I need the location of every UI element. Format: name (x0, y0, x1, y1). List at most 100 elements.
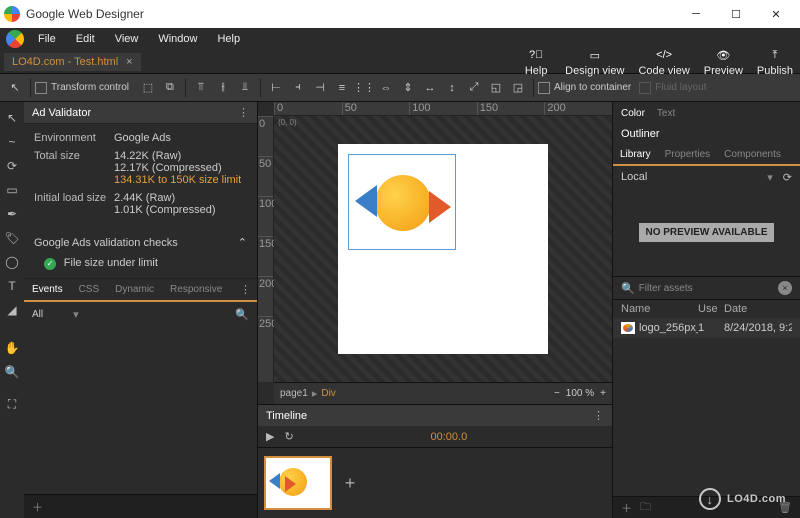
loop-button[interactable]: ↻ (284, 430, 293, 443)
hand-tool[interactable]: ✋ (2, 338, 22, 358)
env-key: Environment (34, 132, 114, 144)
align-bottom-icon[interactable]: ⫫ (235, 78, 255, 98)
zoom-in-button[interactable]: + (600, 388, 606, 399)
code-view-button[interactable]: </> Code view (631, 46, 696, 77)
filter-assets-input[interactable]: Filter assets (639, 283, 778, 294)
menu-window[interactable]: Window (148, 33, 207, 45)
menu-file[interactable]: File (28, 33, 66, 45)
align-hcenter-icon[interactable]: ⫞ (288, 78, 308, 98)
menu-help[interactable]: Help (207, 33, 250, 45)
logo-image (349, 155, 455, 249)
asset-col-use[interactable]: Use (698, 303, 724, 315)
fluid-label: Fluid layout (655, 82, 706, 93)
distribute-v-icon[interactable]: ⋮⋮ (354, 78, 374, 98)
tab-text[interactable]: Text (657, 108, 675, 119)
pen-tool[interactable]: ✒ (2, 204, 22, 224)
align-left-icon[interactable]: ⊢ (266, 78, 286, 98)
asset-col-name[interactable]: Name (621, 303, 698, 315)
tab-responsive[interactable]: Responsive (162, 284, 230, 295)
match-w-icon[interactable]: ↔ (420, 78, 440, 98)
minimize-button[interactable]: ─ (676, 0, 716, 28)
distribute-h-icon[interactable]: ≡ (332, 78, 352, 98)
viewport-tool[interactable]: ⛶ (2, 394, 22, 414)
document-tab[interactable]: LO4D.com - Test.html × (4, 53, 141, 71)
close-button[interactable]: ✕ (756, 0, 796, 28)
align-container-checkbox[interactable] (538, 82, 550, 94)
tab-components[interactable]: Components (717, 149, 788, 160)
transform-label: Transform control (51, 82, 129, 93)
help-button[interactable]: ?⃝ Help (514, 46, 558, 77)
timeline-title: Timeline (266, 410, 307, 422)
space-h-icon[interactable]: ⇔ (376, 78, 396, 98)
3d-rotate-tool[interactable]: ⟳ (2, 156, 22, 176)
menu-edit[interactable]: Edit (66, 33, 105, 45)
breadcrumb-div[interactable]: Div (321, 388, 335, 399)
publish-button[interactable]: ⤒ Publish (750, 46, 800, 77)
tab-events[interactable]: Events (24, 284, 71, 295)
preview-button[interactable]: 👁 Preview (697, 46, 750, 77)
play-button[interactable]: ▶ (266, 430, 274, 443)
send-back-icon[interactable]: ◲ (508, 78, 528, 98)
opt-crop-icon[interactable]: ⬚ (138, 78, 158, 98)
tab-css[interactable]: CSS (71, 284, 108, 295)
init-comp: 1.01K (Compressed) (114, 204, 247, 216)
align-vcenter-icon[interactable]: ⫲ (213, 78, 233, 98)
match-h-icon[interactable]: ↕ (442, 78, 462, 98)
events-menu-icon[interactable]: ⋮ (240, 283, 257, 296)
fill-tool[interactable]: ◢ (2, 300, 22, 320)
total-comp: 12.17K (Compressed) (114, 162, 247, 174)
canvas[interactable] (338, 144, 548, 354)
selection-tool[interactable]: ↖ (2, 108, 22, 128)
maximize-button[interactable]: ☐ (716, 0, 756, 28)
fluid-checkbox[interactable] (639, 82, 651, 94)
library-source-dropdown-icon[interactable]: ▾ (767, 171, 773, 184)
add-asset-button[interactable]: ＋ (621, 500, 632, 516)
timeline-menu-icon[interactable]: ⋮ (593, 409, 604, 422)
design-view-button[interactable]: ▭ Design view (558, 46, 631, 77)
app-icon (4, 6, 20, 22)
collapse-icon[interactable]: ⌃ (238, 236, 247, 249)
close-tab-icon[interactable]: × (126, 56, 132, 68)
align-top-icon[interactable]: ⫪ (191, 78, 211, 98)
clear-filter-icon[interactable]: × (778, 281, 792, 295)
bring-front-icon[interactable]: ◱ (486, 78, 506, 98)
library-source[interactable]: Local (621, 171, 647, 183)
keyframe-thumbnail[interactable] (264, 456, 332, 510)
text-tool[interactable]: T (2, 276, 22, 296)
shape-tool[interactable]: ◯ (2, 252, 22, 272)
match-size-icon[interactable]: ⤢ (464, 78, 484, 98)
asset-col-date[interactable]: Date (724, 303, 792, 315)
tab-library[interactable]: Library (613, 149, 658, 160)
add-keyframe-button[interactable]: + (340, 473, 360, 493)
align-right-icon[interactable]: ⊣ (310, 78, 330, 98)
new-folder-button[interactable]: 🗀 (640, 498, 651, 517)
selected-element[interactable] (348, 154, 456, 250)
add-event-button[interactable]: ＋ (32, 499, 43, 515)
selection-tool-icon[interactable]: ↖ (5, 78, 25, 98)
events-filter-all[interactable]: All (32, 309, 43, 320)
init-key: Initial load size (34, 192, 114, 216)
element-tool[interactable]: ▭ (2, 180, 22, 200)
page-name[interactable]: page1 (280, 388, 308, 399)
events-filter-dropdown-icon[interactable]: ▾ (73, 308, 79, 321)
opt-group-icon[interactable]: ⧉ (160, 78, 180, 98)
ad-validator-menu-icon[interactable]: ⋮ (238, 106, 249, 119)
zoom-level[interactable]: 100 % (566, 388, 594, 399)
events-search-icon[interactable]: 🔍 (235, 308, 249, 321)
asset-row[interactable]: logo_256px_ob.png 1 8/24/2018, 9:20:05 P… (613, 318, 800, 338)
transform-checkbox[interactable] (35, 82, 47, 94)
asset-date: 8/24/2018, 9:20:05 PM (724, 322, 792, 334)
outliner-title[interactable]: Outliner (613, 124, 800, 144)
canvas-area[interactable]: (0, 0) (274, 116, 612, 382)
tag-tool[interactable]: 🏷 (2, 228, 22, 248)
zoom-tool[interactable]: 🔍 (2, 362, 22, 382)
tab-color[interactable]: Color (621, 108, 645, 119)
tab-properties[interactable]: Properties (658, 149, 718, 160)
menu-view[interactable]: View (105, 33, 149, 45)
space-v-icon[interactable]: ⇕ (398, 78, 418, 98)
refresh-icon[interactable]: ⟳ (783, 171, 792, 184)
tab-dynamic[interactable]: Dynamic (107, 284, 162, 295)
zoom-out-button[interactable]: − (554, 388, 560, 399)
motion-path-tool[interactable]: ~ (2, 132, 22, 152)
delete-asset-button[interactable]: 🗑 (778, 501, 792, 514)
